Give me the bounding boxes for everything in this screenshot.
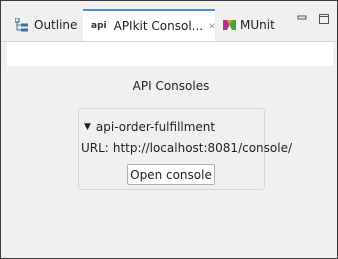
tab-apikit-console-label: APIkit Consol...: [113, 19, 204, 33]
open-console-button[interactable]: Open console: [127, 164, 215, 185]
tab-outline-label: Outline: [34, 18, 78, 32]
close-icon[interactable]: [209, 21, 215, 31]
tab-munit-label: MUnit: [240, 18, 275, 32]
api-icon: api: [91, 21, 107, 31]
url-value: http://localhost:8081/console/: [112, 141, 293, 155]
view-toolbar-area: [7, 42, 333, 66]
api-group-header[interactable]: ▼ api-order-fulfillment: [84, 120, 215, 134]
tab-bar: Outline api APIkit Consol... MUnit: [1, 1, 337, 42]
tab-munit[interactable]: MUnit: [223, 9, 283, 41]
apikit-view-window: Outline api APIkit Consol... MUnit API C…: [0, 0, 338, 259]
api-console-group: ▼ api-order-fulfillment URL: http://local…: [78, 108, 292, 190]
munit-icon: [223, 19, 236, 30]
url-row: URL: http://localhost:8081/console/: [81, 141, 292, 155]
page-title: API Consoles: [132, 79, 210, 93]
api-consoles-panel: API Consoles ▼ api-order-fulfillment URL…: [1, 66, 337, 258]
tab-apikit-console[interactable]: api APIkit Consol...: [83, 9, 215, 41]
outline-icon: [15, 18, 28, 32]
url-label: URL:: [81, 141, 109, 155]
expand-triangle-icon[interactable]: ▼: [84, 122, 91, 132]
maximize-icon[interactable]: [319, 14, 329, 24]
minimize-icon[interactable]: [297, 14, 307, 24]
tab-outline[interactable]: Outline: [15, 9, 81, 41]
api-group-title: api-order-fulfillment: [95, 120, 216, 134]
